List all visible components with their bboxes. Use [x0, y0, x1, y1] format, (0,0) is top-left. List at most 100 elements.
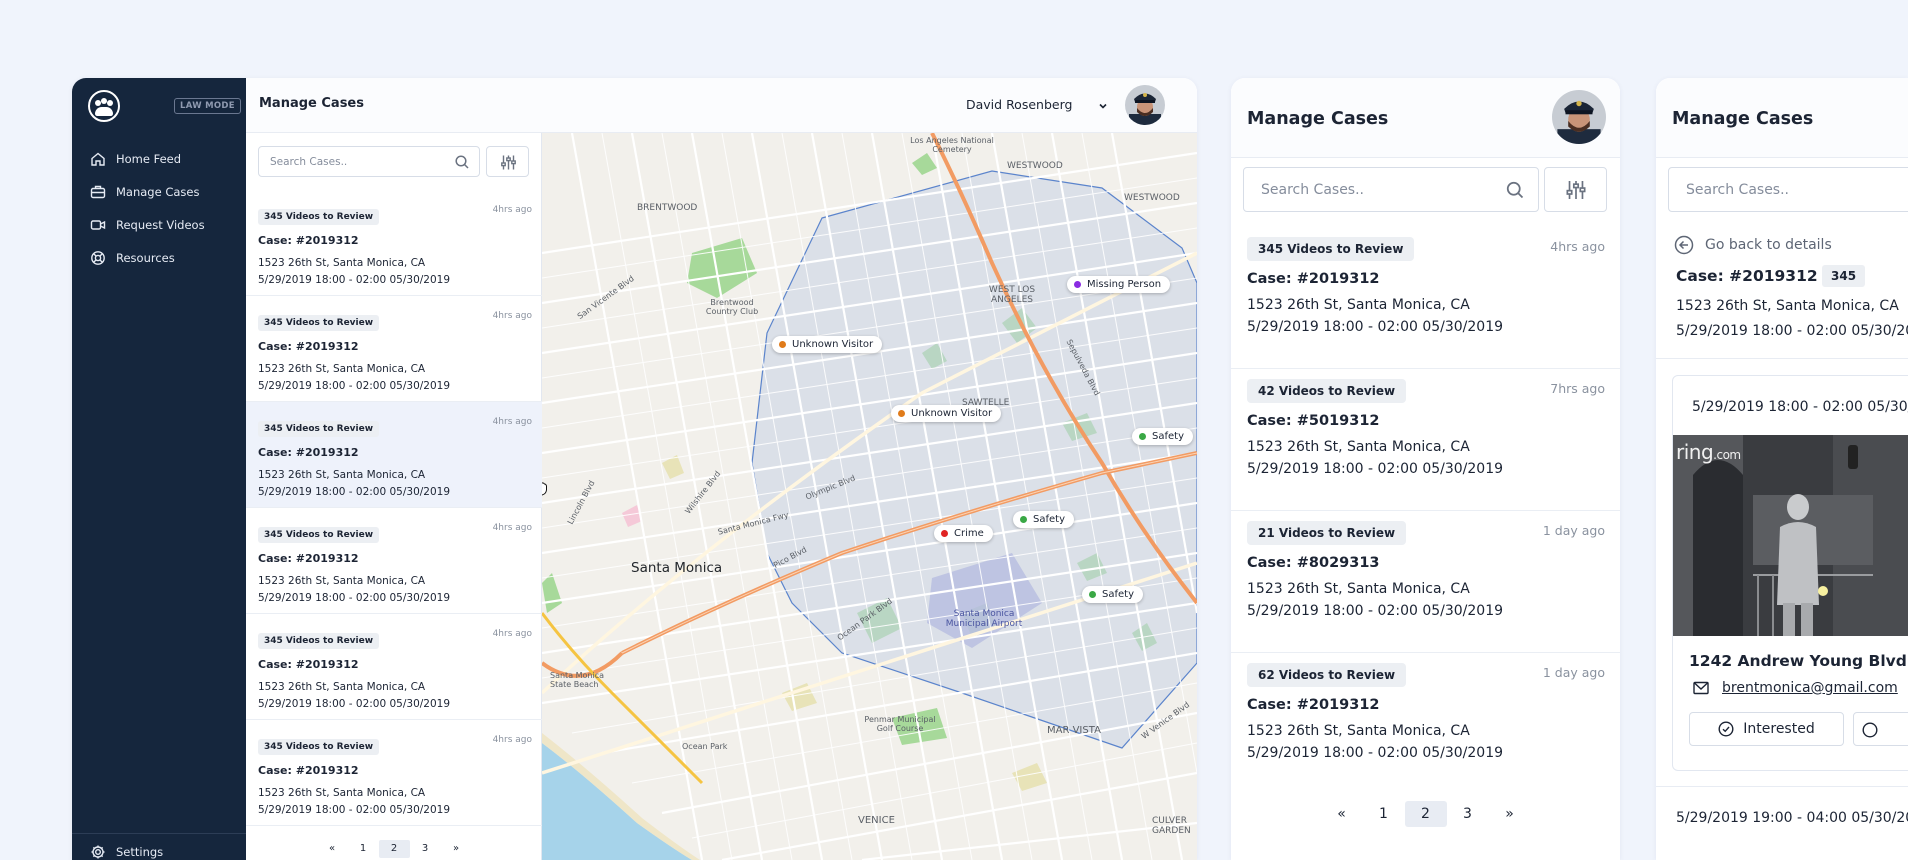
filter-button[interactable] [486, 146, 529, 177]
interested-label: Interested [1743, 721, 1815, 737]
chevron-down-icon[interactable] [1098, 101, 1108, 111]
map-label-park: Brentwood Country Club [705, 298, 759, 316]
filter-button[interactable] [1544, 167, 1607, 212]
list-item[interactable]: 21 Videos to Review 1 day ago Case: #802… [1231, 511, 1620, 653]
search-field [1668, 167, 1908, 212]
case-number: Case: #5019312 [1247, 413, 1380, 429]
app-logo[interactable] [88, 90, 120, 122]
videos-to-review-badge: 42 Videos to Review [1247, 379, 1407, 403]
video-thumbnail[interactable]: ring.com [1673, 435, 1908, 636]
go-back-link[interactable]: Go back to details [1674, 235, 1832, 255]
case-list: 345 Videos to Review 4hrs ago Case: #201… [1231, 227, 1620, 795]
case-time: 7hrs ago [1550, 381, 1605, 396]
sidebar-item-home-feed[interactable]: Home Feed [72, 142, 246, 175]
user-menu-name[interactable]: David Rosenberg [966, 97, 1072, 112]
case-time: 4hrs ago [492, 205, 532, 215]
list-item[interactable]: 345 Videos to Review 4hrs ago Case: #201… [246, 296, 542, 402]
case-number: Case: #2019312 [258, 446, 359, 459]
pin-label: Crime [954, 528, 984, 539]
pagination-page-2[interactable]: 2 [378, 840, 410, 858]
mobile-cases-panel: Manage Cases 345 Videos to Review 4hrs a… [1231, 78, 1620, 860]
sidebar-settings-section: Settings [72, 833, 246, 860]
pagination-page-1[interactable]: 1 [348, 840, 379, 858]
case-list: 345 Videos to Review 4hrs ago Case: #201… [246, 190, 542, 826]
search-input[interactable] [1244, 168, 1484, 211]
interested-button[interactable]: Interested [1689, 712, 1844, 746]
map-pin-missing-person[interactable]: Missing Person [1067, 276, 1171, 293]
case-number: Case: #2019312 [258, 658, 359, 671]
case-address: 1523 26th St, Santa Monica, CA [258, 575, 426, 587]
avatar[interactable] [1552, 90, 1606, 144]
sidebar-item-settings[interactable]: Settings [72, 842, 246, 860]
pagination-next[interactable]: » [1489, 801, 1531, 827]
sidebar-item-resources[interactable]: Resources [72, 241, 246, 274]
pagination-page-3[interactable]: 3 [1447, 801, 1489, 827]
case-address: 1523 26th St, Santa Monica, CA [1247, 581, 1470, 597]
case-time: 4hrs ago [492, 629, 532, 639]
map-canvas[interactable] [542, 133, 1197, 860]
case-number: Case: #2019312 [1247, 271, 1380, 287]
list-item-selected[interactable]: 345 Videos to Review 4hrs ago Case: #201… [246, 402, 542, 508]
avatar[interactable] [1125, 85, 1165, 125]
pin-dot [779, 341, 786, 348]
video-address: 1242 Andrew Young Blvd [1689, 652, 1907, 670]
search-icon[interactable] [454, 154, 470, 170]
case-datetime: 5/29/2019 18:00 - 02:00 05/30/2019 [1247, 461, 1504, 477]
videos-count-badge: 345 [1822, 265, 1866, 287]
case-number: Case: #2019312 [1676, 267, 1818, 285]
map-pin-safety[interactable]: Safety [1132, 428, 1193, 445]
search-input[interactable] [1669, 168, 1908, 211]
list-item[interactable]: 345 Videos to Review 4hrs ago Case: #201… [1231, 227, 1620, 369]
map-pin-crime[interactable]: Crime [934, 525, 993, 542]
map-view[interactable]: Santa Monica WESTWOOD WESTWOOD BRENTWOOD… [542, 133, 1197, 860]
secondary-action-button[interactable] [1853, 712, 1908, 746]
case-datetime: 5/29/2019 18:00 - 02:00 05/30/2019 [258, 486, 451, 498]
map-label-park: Santa Monica State Beach [550, 671, 605, 689]
list-item[interactable]: 345 Videos to Review 4hrs ago Case: #201… [246, 614, 542, 720]
pagination-page-1[interactable]: 1 [1363, 801, 1405, 827]
pagination-prev[interactable]: « [317, 840, 348, 858]
sidebar-item-manage-cases[interactable]: Manage Cases [72, 175, 246, 208]
map-pin-unknown-visitor[interactable]: Unknown Visitor [891, 405, 1002, 422]
pagination-page-2[interactable]: 2 [1404, 801, 1447, 827]
page-title: Manage Cases [259, 96, 364, 111]
email-link[interactable]: brentmonica@gmail.com [1722, 680, 1898, 696]
list-item[interactable]: 345 Videos to Review 4hrs ago Case: #201… [246, 190, 542, 296]
videos-to-review-badge: 62 Videos to Review [1247, 663, 1407, 687]
search-input[interactable] [259, 147, 444, 176]
case-time: 4hrs ago [492, 311, 532, 321]
list-item[interactable]: 42 Videos to Review 7hrs ago Case: #5019… [1231, 369, 1620, 511]
video-card[interactable]: 5/29/2019 18:00 - 02:00 05/30/2019 ring.… [1672, 375, 1908, 771]
map-label-landmark: Los Angeles National Cemetery [910, 136, 994, 154]
video-datetime: 5/29/2019 18:00 - 02:00 05/30/2019 [1692, 399, 1908, 415]
videos-to-review-badge: 21 Videos to Review [1247, 521, 1407, 545]
case-time: 4hrs ago [1550, 239, 1605, 254]
home-icon [91, 152, 105, 166]
sliders-icon [501, 155, 516, 170]
case-address: 1523 26th St, Santa Monica, CA [258, 787, 426, 799]
case-time: 4hrs ago [492, 417, 532, 427]
list-item[interactable]: 345 Videos to Review 4hrs ago Case: #201… [246, 720, 542, 826]
pin-label: Safety [1033, 514, 1065, 525]
map-pin-safety[interactable]: Safety [1013, 511, 1074, 528]
case-datetime: 5/29/2019 18:00 - 02:00 05/30/2019 [1247, 745, 1504, 761]
pin-dot [941, 530, 948, 537]
pagination-next[interactable]: » [441, 840, 472, 858]
list-item[interactable]: 62 Videos to Review 1 day ago Case: #201… [1231, 653, 1620, 795]
case-datetime: 5/29/2019 18:00 - 02:00 05/30/2019 [1247, 603, 1504, 619]
case-number: Case: #2019312 [258, 552, 359, 565]
pagination-page-3[interactable]: 3 [410, 840, 441, 858]
list-item[interactable]: 345 Videos to Review 4hrs ago Case: #201… [246, 508, 542, 614]
pagination-prev[interactable]: « [1321, 801, 1363, 827]
case-number: Case: #2019312 [1247, 697, 1380, 713]
sidebar-item-request-videos[interactable]: Request Videos [72, 208, 246, 241]
case-time: 1 day ago [1542, 665, 1605, 680]
case-address: 1523 26th St, Santa Monica, CA [258, 469, 426, 481]
gear-icon [91, 845, 105, 859]
videos-to-review-badge: 345 Videos to Review [258, 315, 380, 331]
map-pin-safety[interactable]: Safety [1082, 586, 1143, 603]
search-icon[interactable] [1505, 180, 1525, 200]
case-datetime: 5/29/2019 18:00 - 02:00 05/30/2019 [258, 380, 451, 392]
map-pin-unknown-visitor[interactable]: Unknown Visitor [772, 336, 883, 353]
pin-label: Missing Person [1087, 279, 1162, 290]
